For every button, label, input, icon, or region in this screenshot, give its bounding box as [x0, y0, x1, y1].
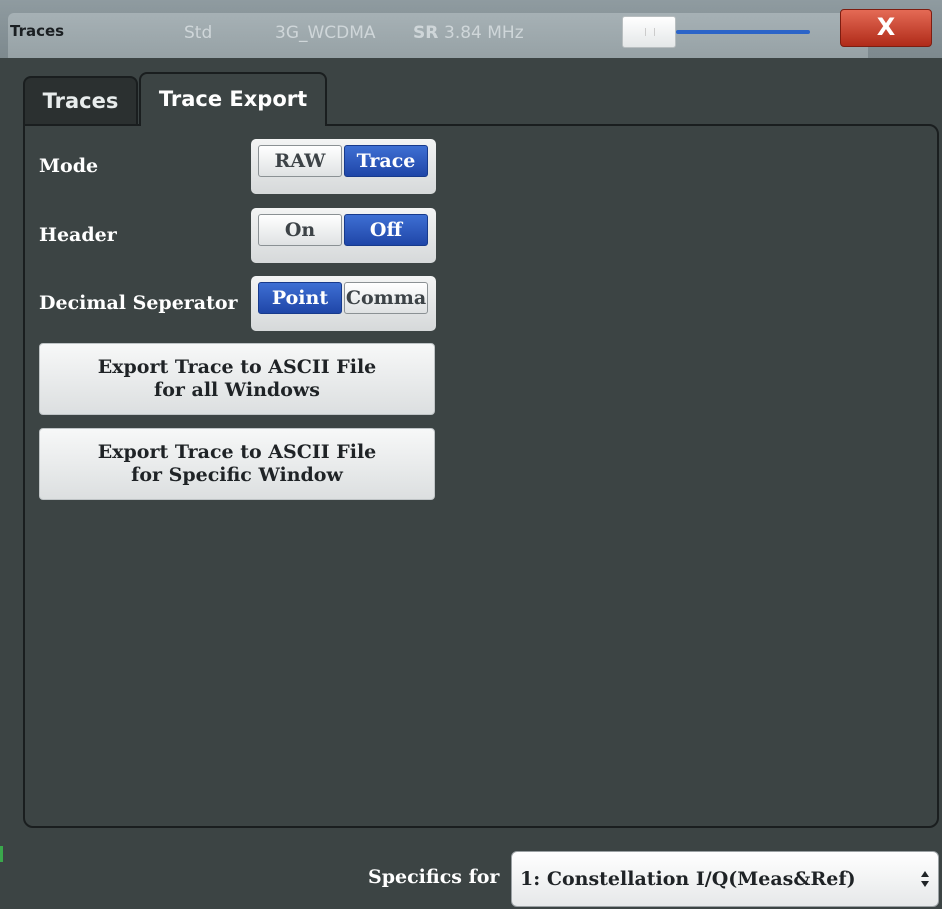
- export-all-windows-button[interactable]: Export Trace to ASCII File for all Windo…: [39, 343, 435, 415]
- decimal-separator-label: Decimal Seperator: [39, 292, 238, 314]
- export-specific-line2: for Specific Window: [131, 464, 343, 486]
- decimal-comma-button[interactable]: Comma: [344, 282, 428, 314]
- decimal-point-button[interactable]: Point: [258, 282, 342, 314]
- up-down-arrow-icon: [921, 871, 929, 887]
- header-on-button[interactable]: On: [258, 214, 342, 246]
- mode-label: Mode: [39, 155, 99, 177]
- decimal-separator-toggle: Point Comma: [251, 276, 436, 331]
- title-bar: Traces Std 3G_WCDMA SR 3.84 MHz X: [0, 0, 942, 58]
- export-all-line2: for all Windows: [154, 379, 320, 401]
- mode-raw-button[interactable]: RAW: [258, 145, 342, 177]
- mode-toggle: RAW Trace: [251, 139, 436, 194]
- tab-trace-export[interactable]: Trace Export: [139, 72, 327, 126]
- header-off-button[interactable]: Off: [344, 214, 428, 246]
- transparency-slider-track[interactable]: [676, 30, 810, 34]
- specifics-window-select[interactable]: 1: Constellation I/Q(Meas&Ref): [511, 851, 939, 907]
- header-toggle: On Off: [251, 208, 436, 263]
- export-specific-window-button[interactable]: Export Trace to ASCII File for Specific …: [39, 428, 435, 500]
- close-button[interactable]: X: [840, 9, 932, 47]
- dialog-title: Traces: [10, 22, 65, 40]
- std-value: 3G_WCDMA: [275, 23, 376, 43]
- export-specific-line1: Export Trace to ASCII File: [97, 441, 377, 463]
- std-label: Std: [184, 23, 213, 43]
- edge-marker: [0, 846, 3, 862]
- transparency-slider-handle[interactable]: [622, 16, 676, 48]
- sr-value: 3.84 MHz: [444, 23, 524, 43]
- specifics-for-label: Specifics for: [368, 866, 500, 888]
- header-label: Header: [39, 224, 117, 246]
- export-all-line1: Export Trace to ASCII File: [97, 356, 377, 378]
- specifics-selected-value: 1: Constellation I/Q(Meas&Ref): [520, 868, 856, 890]
- mode-trace-button[interactable]: Trace: [344, 145, 428, 177]
- sr-label: SR: [413, 23, 439, 43]
- tab-traces[interactable]: Traces: [23, 76, 138, 124]
